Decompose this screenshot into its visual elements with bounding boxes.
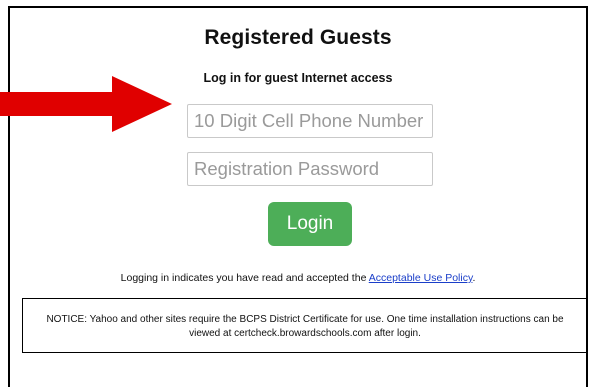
- page-title: Registered Guests: [204, 26, 392, 49]
- arrow-shape: [0, 76, 172, 132]
- registration-password-input[interactable]: [187, 152, 433, 186]
- login-page: Registered Guests Log in for guest Inter…: [0, 0, 606, 387]
- login-panel: Registered Guests Log in for guest Inter…: [8, 6, 588, 387]
- policy-text-suffix: .: [472, 272, 476, 284]
- policy-statement: Logging in indicates you have read and a…: [10, 272, 586, 284]
- notice-box: NOTICE: Yahoo and other sites require th…: [22, 298, 588, 353]
- phone-number-input[interactable]: [187, 104, 433, 138]
- policy-text-prefix: Logging in indicates you have read and a…: [120, 272, 369, 284]
- red-arrow-icon: [0, 76, 172, 132]
- acceptable-use-policy-link[interactable]: Acceptable Use Policy: [369, 272, 473, 284]
- login-button[interactable]: Login: [268, 202, 352, 246]
- notice-text: NOTICE: Yahoo and other sites require th…: [46, 314, 564, 339]
